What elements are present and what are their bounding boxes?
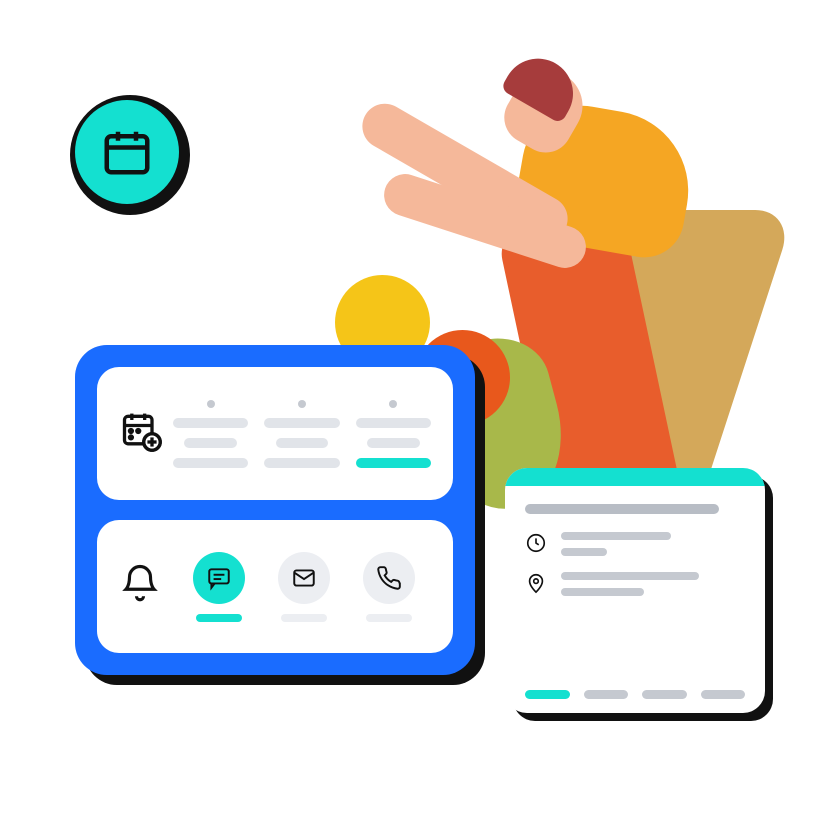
detail-footer-chips [525,690,745,699]
detail-card[interactable] [505,468,765,713]
detail-chip-3[interactable] [642,690,687,699]
calendar-badge[interactable] [70,95,190,215]
tab-chat[interactable] [193,552,245,622]
tab-phone[interactable] [363,552,415,622]
detail-chip-1[interactable] [525,690,570,699]
detail-chip-2[interactable] [584,690,629,699]
detail-chip-4[interactable] [701,690,746,699]
detail-row-time [525,532,745,556]
chat-icon [206,565,232,591]
phone-icon [376,565,402,591]
schedule-panel[interactable] [97,367,453,500]
tab-mail[interactable] [278,552,330,622]
mail-icon [291,565,317,591]
schedule-highlight [356,458,431,468]
location-icon [525,572,547,594]
schedule-col-2 [264,400,339,468]
detail-accent-bar [505,468,765,486]
clock-icon [525,532,547,554]
schedule-col-3 [356,400,431,468]
detail-title-placeholder [525,504,719,514]
notifications-panel[interactable] [97,520,453,653]
calendar-badge-inner [75,100,179,204]
calendar-icon [100,125,154,179]
bell-icon [119,563,161,605]
detail-row-location [525,572,745,596]
dashboard-card [75,345,475,675]
schedule-col-1 [173,400,248,468]
calendar-add-icon [119,409,163,453]
